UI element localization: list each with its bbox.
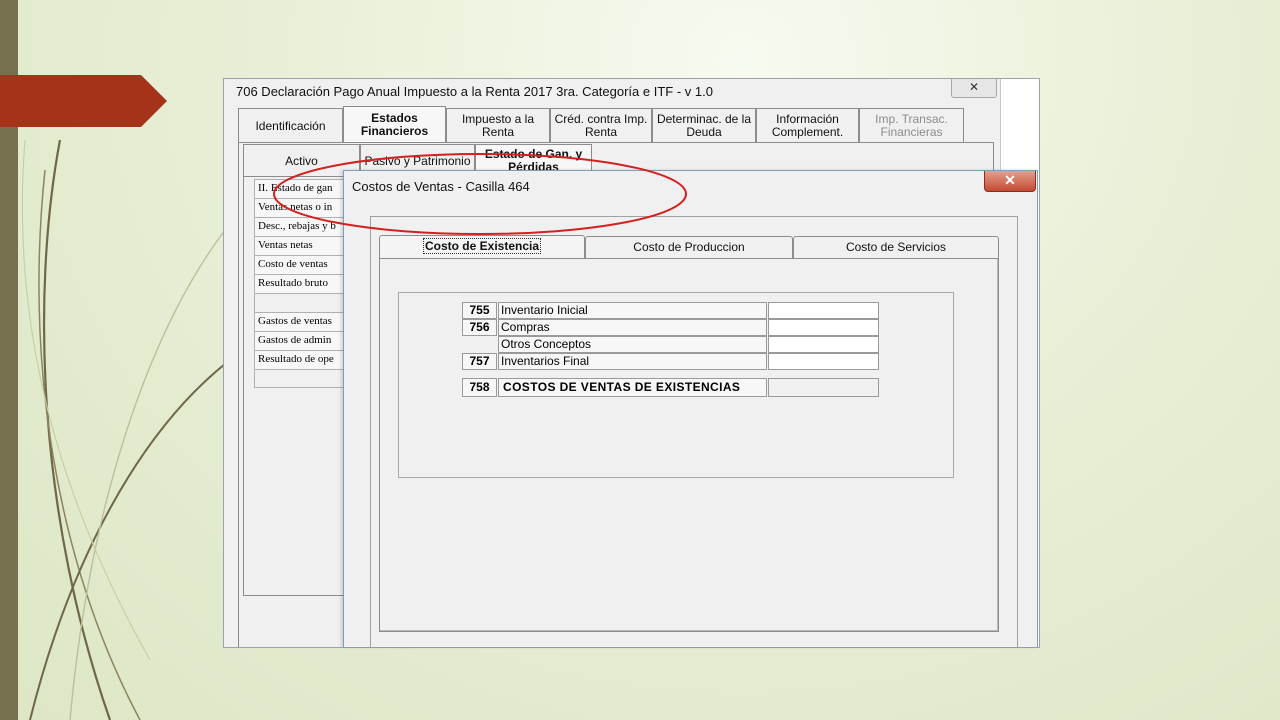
tab-informacion-complement[interactable]: Información Complement. (756, 108, 859, 143)
tab-estados-financieros[interactable]: Estados Financieros (343, 106, 446, 143)
tab-costo-produccion[interactable]: Costo de Produccion (585, 236, 793, 258)
tab-costo-servicios[interactable]: Costo de Servicios (793, 236, 999, 258)
casilla-code: 758 (462, 378, 497, 397)
inventarios-final-input[interactable] (768, 353, 879, 370)
casilla-label: Compras (498, 319, 767, 336)
casilla-code: 756 (462, 319, 497, 336)
tab-imp-transac-financieras: Imp. Transac. Financieras (859, 108, 964, 143)
tab-cred-contra-imp[interactable]: Créd. contra Imp. Renta (550, 108, 652, 143)
close-icon: ✕ (1004, 172, 1016, 188)
main-window-close-button[interactable]: ✕ (951, 79, 997, 98)
tab-impuesto-renta[interactable]: Impuesto a la Renta (446, 108, 550, 143)
tab-costo-existencia[interactable]: Costo de Existencia (379, 235, 585, 258)
close-icon: ✕ (968, 80, 980, 94)
costo-existencia-form: 755 Inventario Inicial 756 Compras Otros… (398, 292, 954, 478)
dialog-title: Costos de Ventas - Casilla 464 (352, 179, 530, 194)
tab-determinac-deuda[interactable]: Determinac. de la Deuda (652, 108, 756, 143)
costos-ventas-dialog: Costos de Ventas - Casilla 464 ✕ Costo d… (343, 170, 1038, 647)
casilla-code: 755 (462, 302, 497, 319)
dialog-tab-panel: 755 Inventario Inicial 756 Compras Otros… (379, 258, 999, 632)
otros-conceptos-input[interactable] (768, 336, 879, 353)
tab-identificacion[interactable]: Identificación (238, 108, 343, 143)
casilla-label: Otros Conceptos (498, 336, 767, 353)
main-window-title: 706 Declaración Pago Anual Impuesto a la… (236, 84, 713, 99)
casilla-code (462, 336, 497, 353)
casilla-label: Inventario Inicial (498, 302, 767, 319)
casilla-label: COSTOS DE VENTAS DE EXISTENCIAS (498, 378, 767, 397)
decorative-swirls (21, 139, 231, 720)
costos-ventas-total-field (768, 378, 879, 397)
inventario-inicial-input[interactable] (768, 302, 879, 319)
casilla-code: 757 (462, 353, 497, 370)
dialog-close-button[interactable]: ✕ (984, 171, 1036, 192)
compras-input[interactable] (768, 319, 879, 336)
casilla-label: Inventarios Final (498, 353, 767, 370)
